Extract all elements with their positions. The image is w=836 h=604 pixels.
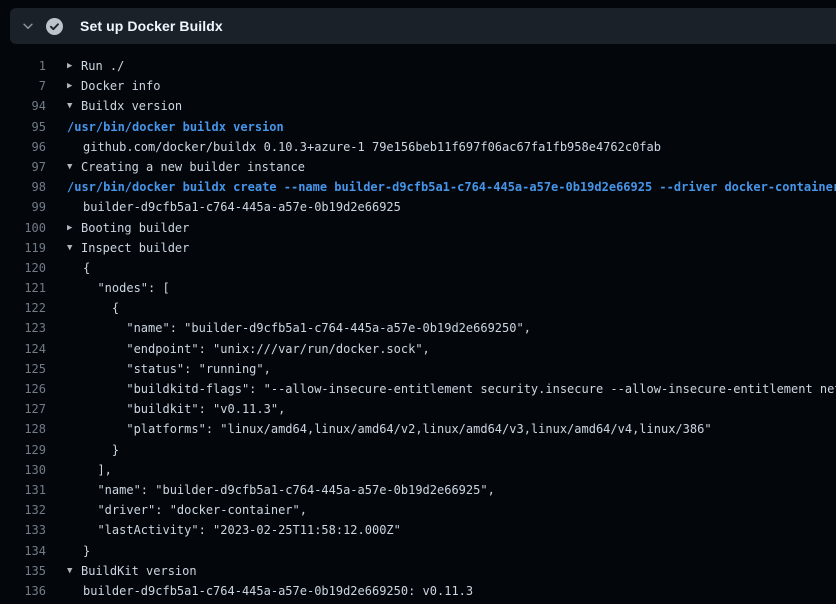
log-line-text: "name": "builder-d9cfb5a1-c764-445a-a57e… bbox=[83, 318, 531, 338]
group-expanded-icon[interactable]: ▼ bbox=[67, 157, 81, 177]
log-line-number[interactable]: 132 bbox=[0, 500, 46, 520]
log-line: 131 "name": "builder-d9cfb5a1-c764-445a-… bbox=[0, 480, 836, 500]
log-line-text: builder-d9cfb5a1-c764-445a-a57e-0b19d2e6… bbox=[83, 197, 401, 217]
log-line[interactable]: 7 ▶ Docker info bbox=[0, 76, 836, 96]
log-line-number[interactable]: 122 bbox=[0, 298, 46, 318]
log-line-number[interactable]: 121 bbox=[0, 278, 46, 298]
log-line-number[interactable]: 126 bbox=[0, 379, 46, 399]
log-line-text: "nodes": [ bbox=[83, 278, 170, 298]
group-collapsed-icon[interactable]: ▶ bbox=[67, 218, 81, 238]
log-line-number[interactable]: 100 bbox=[0, 218, 46, 238]
log-line-number[interactable]: 99 bbox=[0, 197, 46, 217]
log-line-text: } bbox=[83, 541, 90, 561]
group-collapsed-icon[interactable]: ▶ bbox=[67, 76, 81, 96]
log-line: 124 "endpoint": "unix:///var/run/docker.… bbox=[0, 339, 836, 359]
log-line-text: Creating a new builder instance bbox=[81, 157, 305, 177]
log-line-text: "driver": "docker-container", bbox=[83, 500, 307, 520]
log-viewer: 1 ▶ Run ./ 7 ▶ Docker info 94 ▼ Buildx v… bbox=[0, 56, 836, 604]
log-line-number[interactable]: 1 bbox=[0, 56, 46, 76]
log-line: 136 builder-d9cfb5a1-c764-445a-a57e-0b19… bbox=[0, 581, 836, 601]
log-line[interactable]: 119 ▼ Inspect builder bbox=[0, 238, 836, 258]
log-line-text: Inspect builder bbox=[81, 238, 189, 258]
log-line-text: Buildx version bbox=[81, 96, 182, 116]
group-collapsed-icon[interactable]: ▶ bbox=[67, 56, 81, 76]
log-line: 98 /usr/bin/docker buildx create --name … bbox=[0, 177, 836, 197]
log-line: 121 "nodes": [ bbox=[0, 278, 836, 298]
log-line[interactable]: 135 ▼ BuildKit version bbox=[0, 561, 836, 581]
log-line: 130 ], bbox=[0, 460, 836, 480]
step-title: Set up Docker Buildx bbox=[80, 18, 223, 34]
log-line-text: { bbox=[83, 258, 90, 278]
log-line-text: /usr/bin/docker buildx version bbox=[67, 117, 284, 137]
log-line-text: "platforms": "linux/amd64,linux/amd64/v2… bbox=[83, 419, 712, 439]
log-line-number[interactable]: 136 bbox=[0, 581, 46, 601]
log-line-text: github.com/docker/buildx 0.10.3+azure-1 … bbox=[83, 137, 661, 157]
chevron-down-icon[interactable] bbox=[10, 19, 46, 33]
log-line-text: "status": "running", bbox=[83, 359, 271, 379]
log-line: 134 } bbox=[0, 541, 836, 561]
log-line-number[interactable]: 125 bbox=[0, 359, 46, 379]
log-line-number[interactable]: 95 bbox=[0, 117, 46, 137]
log-line-number[interactable]: 134 bbox=[0, 541, 46, 561]
log-line-number[interactable]: 123 bbox=[0, 318, 46, 338]
log-line-number[interactable]: 128 bbox=[0, 419, 46, 439]
log-line-number[interactable]: 131 bbox=[0, 480, 46, 500]
log-line[interactable]: 100 ▶ Booting builder bbox=[0, 218, 836, 238]
log-line-text: { bbox=[83, 298, 119, 318]
log-line: 132 "driver": "docker-container", bbox=[0, 500, 836, 520]
log-line-text: "name": "builder-d9cfb5a1-c764-445a-a57e… bbox=[83, 480, 495, 500]
group-expanded-icon[interactable]: ▼ bbox=[67, 238, 81, 258]
log-line: 126 "buildkitd-flags": "--allow-insecure… bbox=[0, 379, 836, 399]
log-line: 133 "lastActivity": "2023-02-25T11:58:12… bbox=[0, 520, 836, 540]
log-line: 127 "buildkit": "v0.11.3", bbox=[0, 399, 836, 419]
step-header[interactable]: Set up Docker Buildx bbox=[10, 8, 836, 44]
log-line-number[interactable]: 96 bbox=[0, 137, 46, 157]
log-line: 95 /usr/bin/docker buildx version bbox=[0, 117, 836, 137]
log-line-number[interactable]: 135 bbox=[0, 561, 46, 581]
log-line-text: "buildkit": "v0.11.3", bbox=[83, 399, 285, 419]
log-line: 99 builder-d9cfb5a1-c764-445a-a57e-0b19d… bbox=[0, 197, 836, 217]
log-line-number[interactable]: 129 bbox=[0, 440, 46, 460]
log-line-number[interactable]: 124 bbox=[0, 339, 46, 359]
log-line-number[interactable]: 133 bbox=[0, 520, 46, 540]
log-line-number[interactable]: 98 bbox=[0, 177, 46, 197]
log-line: 123 "name": "builder-d9cfb5a1-c764-445a-… bbox=[0, 318, 836, 338]
log-line: 96 github.com/docker/buildx 0.10.3+azure… bbox=[0, 137, 836, 157]
log-line: 129 } bbox=[0, 440, 836, 460]
log-line-text: BuildKit version bbox=[81, 561, 197, 581]
group-expanded-icon[interactable]: ▼ bbox=[67, 561, 81, 581]
log-line-text: Docker info bbox=[81, 76, 160, 96]
log-line-text: "buildkitd-flags": "--allow-insecure-ent… bbox=[83, 379, 836, 399]
log-line-number[interactable]: 127 bbox=[0, 399, 46, 419]
log-line-number[interactable]: 94 bbox=[0, 96, 46, 116]
log-line-text: "lastActivity": "2023-02-25T11:58:12.000… bbox=[83, 520, 401, 540]
log-line[interactable]: 1 ▶ Run ./ bbox=[0, 56, 836, 76]
log-line: 120 { bbox=[0, 258, 836, 278]
check-circle-icon bbox=[46, 18, 74, 35]
log-line-number[interactable]: 119 bbox=[0, 238, 46, 258]
log-line-text: ], bbox=[83, 460, 112, 480]
log-line: 125 "status": "running", bbox=[0, 359, 836, 379]
group-expanded-icon[interactable]: ▼ bbox=[67, 96, 81, 116]
log-line-number[interactable]: 97 bbox=[0, 157, 46, 177]
log-line-text: Booting builder bbox=[81, 218, 189, 238]
log-line-text: /usr/bin/docker buildx create --name bui… bbox=[67, 177, 836, 197]
log-line-text: } bbox=[83, 440, 119, 460]
log-line-number[interactable]: 130 bbox=[0, 460, 46, 480]
log-line-text: "endpoint": "unix:///var/run/docker.sock… bbox=[83, 339, 430, 359]
log-line-text: Run ./ bbox=[81, 56, 124, 76]
log-line[interactable]: 94 ▼ Buildx version bbox=[0, 96, 836, 116]
log-line: 128 "platforms": "linux/amd64,linux/amd6… bbox=[0, 419, 836, 439]
log-line: 122 { bbox=[0, 298, 836, 318]
log-line-number[interactable]: 7 bbox=[0, 76, 46, 96]
log-line-number[interactable]: 120 bbox=[0, 258, 46, 278]
log-line[interactable]: 97 ▼ Creating a new builder instance bbox=[0, 157, 836, 177]
log-line-text: builder-d9cfb5a1-c764-445a-a57e-0b19d2e6… bbox=[83, 581, 473, 601]
